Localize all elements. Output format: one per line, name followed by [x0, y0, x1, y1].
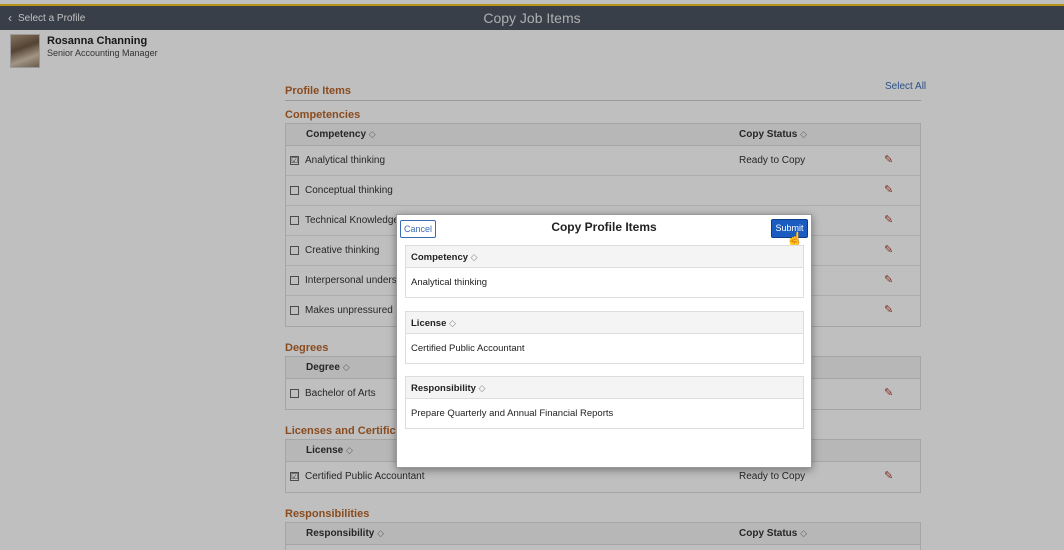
dialog-competency-value: Analytical thinking [411, 277, 488, 288]
dialog-competency-section: Competency ◇ Analytical thinking [405, 245, 804, 298]
dialog-competency-header[interactable]: Competency ◇ [406, 246, 803, 268]
dialog-license-header[interactable]: License ◇ [406, 312, 803, 334]
sort-icon: ◇ [478, 383, 486, 393]
dialog-responsibility-header[interactable]: Responsibility ◇ [406, 377, 803, 399]
dialog-responsibility-section: Responsibility ◇ Prepare Quarterly and A… [405, 376, 804, 429]
sort-icon: ◇ [449, 318, 456, 328]
copy-profile-items-dialog: Cancel Copy Profile Items Submit ☝ Compe… [396, 214, 812, 468]
sort-icon: ◇ [470, 252, 478, 262]
dialog-license-value: Certified Public Accountant [411, 343, 525, 354]
dialog-license-section: License ◇ Certified Public Accountant [405, 311, 804, 364]
dialog-responsibility-value: Prepare Quarterly and Annual Financial R… [411, 408, 614, 419]
dialog-header: Cancel Copy Profile Items Submit ☝ [397, 215, 811, 247]
dialog-title: Copy Profile Items [551, 220, 657, 234]
